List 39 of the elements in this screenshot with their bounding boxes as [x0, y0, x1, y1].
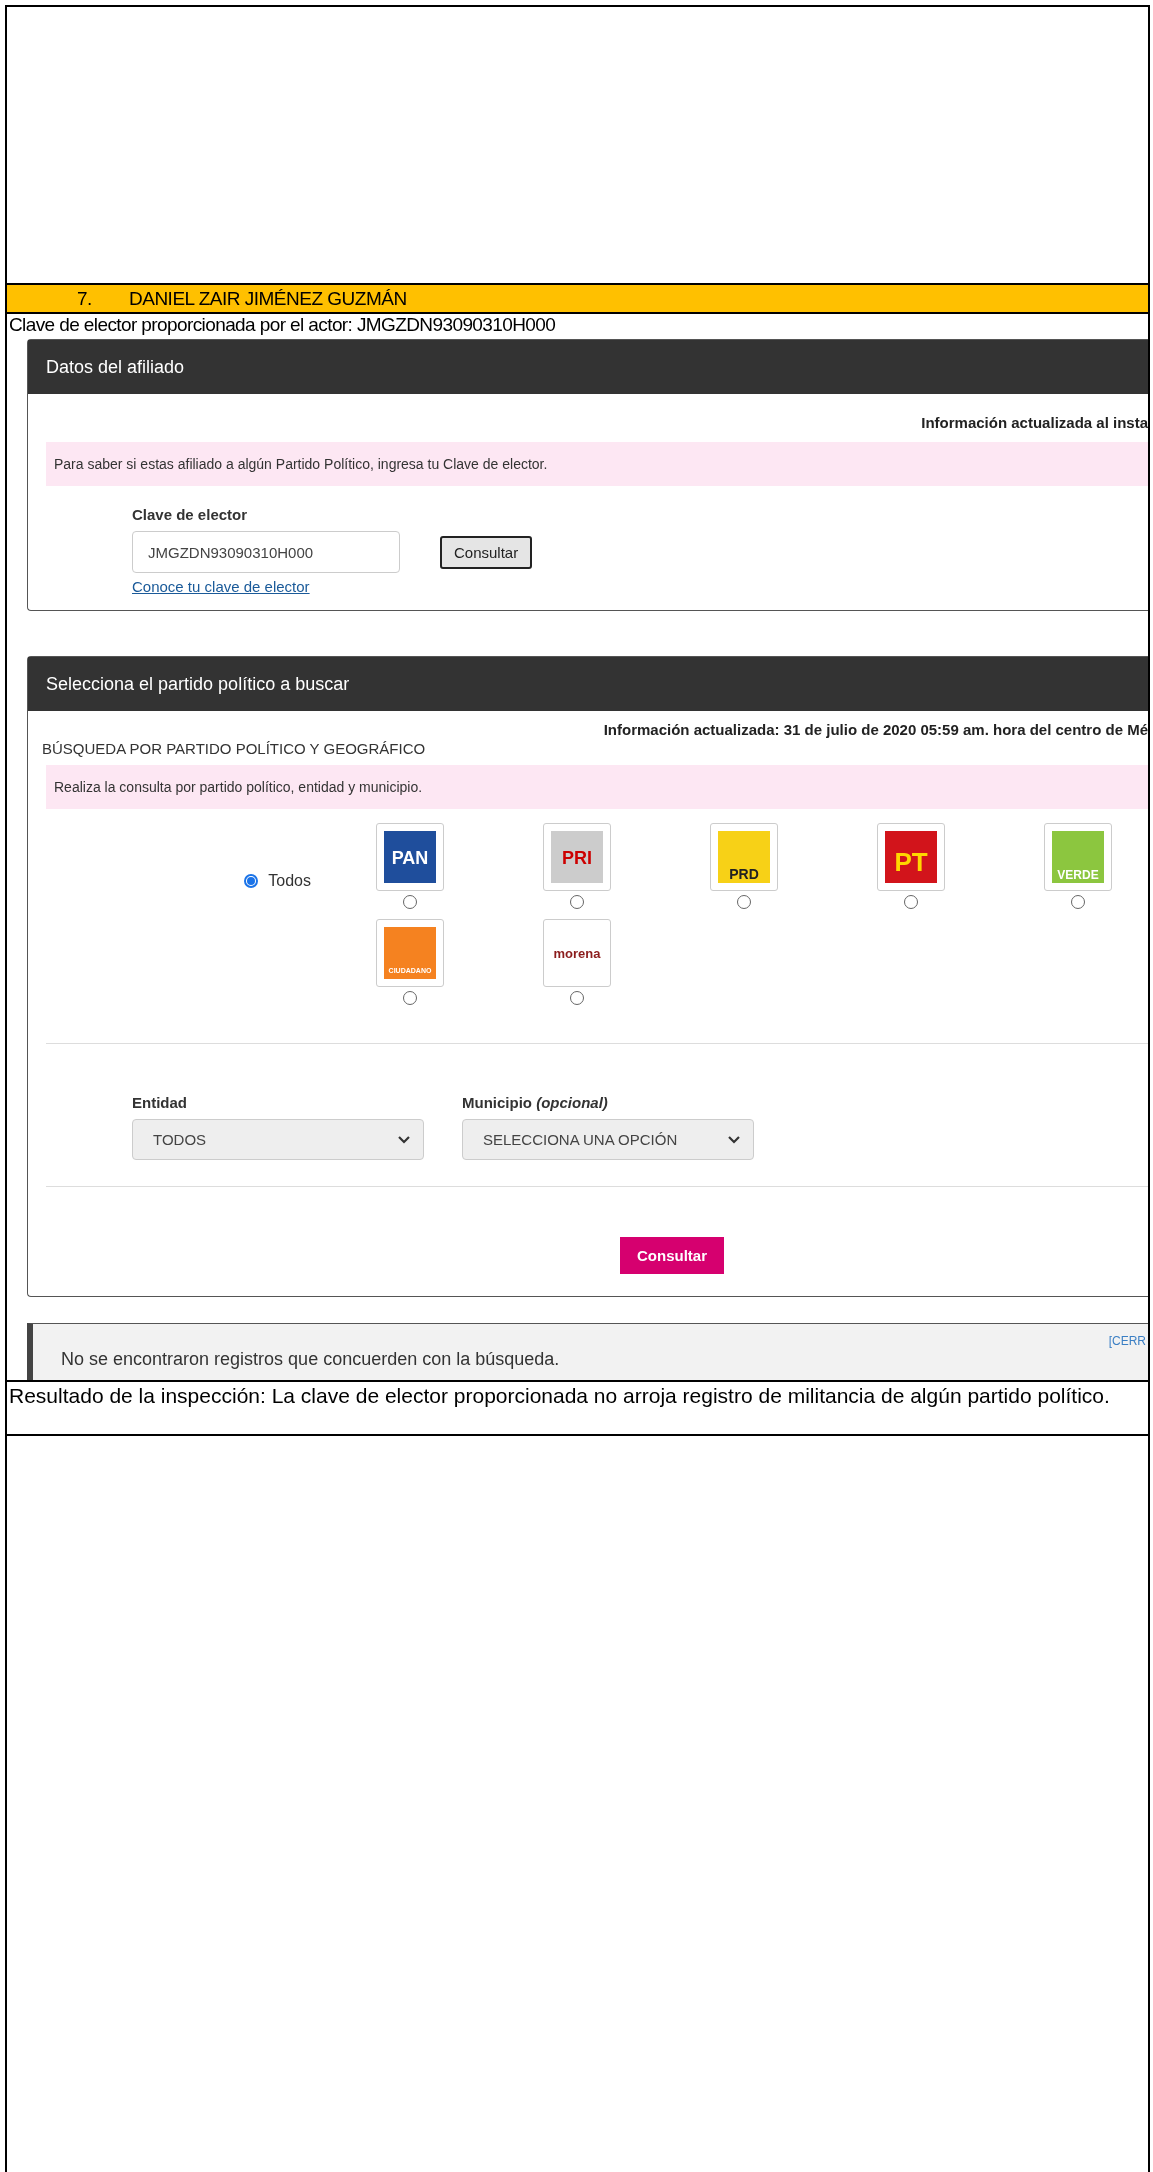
party-logo: PRD — [709, 823, 778, 891]
panel-title: Datos del afiliado — [28, 340, 1148, 394]
help-link[interactable]: Conoce tu clave de elector — [132, 578, 310, 595]
inspection-result-text: Resultado de la inspección: La clave de elector proporcionada no arroja registro de militancia de algún partido político. — [7, 1380, 1148, 1436]
party-logo: morena — [542, 919, 611, 987]
info-notice: Realiza la consulta por partido político, entidad y municipio. — [46, 765, 1148, 809]
field-label: Entidad — [132, 1094, 188, 1111]
radio-button[interactable] — [903, 895, 918, 909]
radio-button[interactable] — [569, 895, 584, 909]
party-logo: VERDE — [1043, 823, 1112, 891]
section-subtitle: BÚSQUEDA POR PARTIDO POLÍTICO Y GEOGRÁFICO — [42, 740, 427, 757]
radio-button[interactable] — [402, 895, 417, 909]
chevron-down-icon — [397, 1134, 411, 1145]
result-message: No se encontraron registros que concuerden con la búsqueda. — [61, 1349, 560, 1370]
field-label: Municipio (opcional) — [462, 1094, 609, 1111]
close-link[interactable]: [CERR — [1108, 1334, 1146, 1348]
radio-button[interactable] — [736, 895, 751, 909]
radio-label: Todos — [268, 872, 311, 890]
radio-button[interactable] — [402, 991, 417, 1005]
update-info: Información actualizada al insta — [920, 413, 1148, 433]
dropdown[interactable]: SELECCIONA UNA OPCIÓN — [462, 1119, 754, 1160]
party-logo: PT — [876, 823, 945, 891]
consult-button[interactable]: Consultar — [620, 1237, 724, 1274]
info-notice: Para saber si estas afiliado a algún Partido Político, ingresa tu Clave de elector. — [46, 442, 1148, 486]
dropdown[interactable]: TODOS — [132, 1119, 424, 1160]
list-number: 7. — [77, 287, 93, 310]
radio-button[interactable] — [244, 874, 259, 888]
consult-button[interactable]: Consultar — [440, 535, 533, 569]
person-name: DANIEL ZAIR JIMÉNEZ GUZMÁN — [129, 287, 407, 310]
party-logo: PRI — [542, 823, 611, 891]
electoral-key-text: Clave de elector proporcionada por el actor: JMGZDN93090310H000 — [8, 314, 557, 337]
radio-button[interactable] — [569, 991, 584, 1005]
party-logo: PAN — [375, 823, 444, 891]
field-label: Clave de elector — [132, 506, 249, 523]
radio-button[interactable] — [1070, 895, 1085, 909]
update-info: Información actualizada: 31 de julio de 2020 05:59 am. hora del centro de Mé — [602, 720, 1148, 738]
panel-title: Selecciona el partido político a buscar — [28, 657, 1148, 711]
electoral-key-field[interactable]: JMGZDN93090310H000 — [132, 531, 400, 573]
chevron-down-icon — [727, 1134, 741, 1145]
